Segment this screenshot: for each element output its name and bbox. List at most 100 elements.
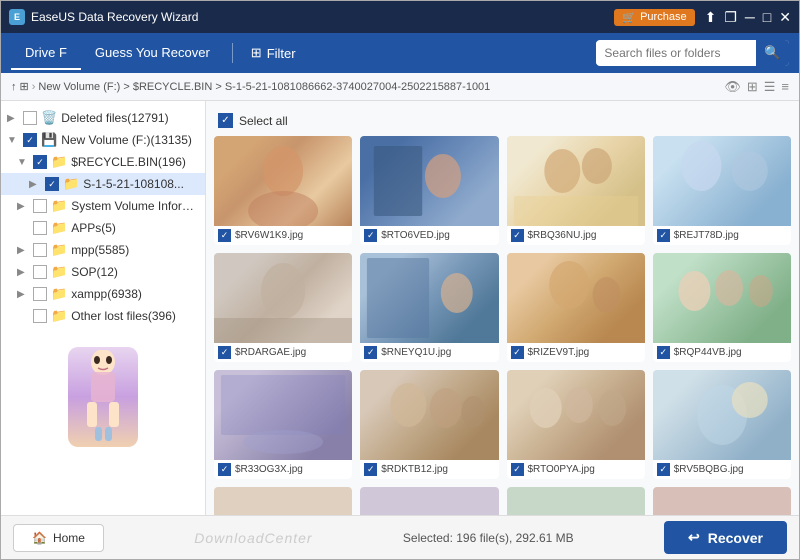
item-checkbox[interactable]: ✓ bbox=[657, 463, 670, 476]
list-item[interactable]: ✓ $RQP44VB.jpg bbox=[653, 253, 791, 362]
title-bar-left: E EaseUS Data Recovery Wizard bbox=[9, 9, 198, 25]
list-item[interactable] bbox=[360, 487, 498, 515]
tree-checkbox-sysvolinfo[interactable] bbox=[33, 199, 47, 213]
sidebar-item-sysvolinfo[interactable]: ▶ 📁 System Volume Informa... bbox=[1, 195, 205, 217]
list-item[interactable] bbox=[653, 487, 791, 515]
recycle-icon: 📁 bbox=[51, 154, 67, 170]
tree-arrow-mpp: ▶ bbox=[17, 245, 29, 256]
item-checkbox[interactable]: ✓ bbox=[218, 346, 231, 359]
item-checkbox[interactable]: ✓ bbox=[218, 229, 231, 242]
tree-label-deleted: Deleted files(12791) bbox=[61, 111, 199, 125]
minimize-button[interactable]: ─ bbox=[745, 9, 755, 26]
thumbnail-7 bbox=[507, 253, 645, 343]
thumbnail-9 bbox=[214, 370, 352, 460]
thumbnail-11 bbox=[507, 370, 645, 460]
restore-icon[interactable]: ❐ bbox=[724, 9, 737, 26]
nav-bar: Drive F Guess You Recover ⊞ Filter 🔍 bbox=[1, 33, 799, 73]
folder-icon: 🗑️ bbox=[41, 110, 57, 126]
sidebar-item-newvolume[interactable]: ▼ ✓ 💾 New Volume (F:)(13135) bbox=[1, 129, 205, 151]
detail-view-icon[interactable]: ≡ bbox=[781, 79, 789, 94]
item-checkbox[interactable]: ✓ bbox=[364, 463, 377, 476]
select-all-bar: ✓ Select all bbox=[214, 109, 791, 136]
sidebar-item-otherlost[interactable]: 📁 Other lost files(396) bbox=[1, 305, 205, 327]
tree-checkbox-deleted[interactable] bbox=[23, 111, 37, 125]
tree-label-apps: APPs(5) bbox=[71, 221, 199, 235]
item-checkbox[interactable]: ✓ bbox=[364, 346, 377, 359]
breadcrumb-path: New Volume (F:) > $RECYCLE.BIN > S-1-5-2… bbox=[38, 81, 490, 93]
sidebar-item-sop[interactable]: ▶ 📁 SOP(12) bbox=[1, 261, 205, 283]
item-checkbox[interactable]: ✓ bbox=[511, 229, 524, 242]
item-checkbox[interactable]: ✓ bbox=[364, 229, 377, 242]
tree-checkbox-xampp[interactable] bbox=[33, 287, 47, 301]
tree-checkbox-apps[interactable] bbox=[33, 221, 47, 235]
nav-up-icon[interactable]: ↑ bbox=[11, 81, 17, 93]
tree-arrow-recycle: ▼ bbox=[17, 157, 29, 168]
breadcrumb: ↑ ⊞ › New Volume (F:) > $RECYCLE.BIN > S… bbox=[11, 80, 490, 93]
tree-checkbox-otherlost[interactable] bbox=[33, 309, 47, 323]
list-item[interactable]: ✓ $RNEYQ1U.jpg bbox=[360, 253, 498, 362]
close-button[interactable]: ✕ bbox=[779, 9, 791, 26]
tree-label-s1: S-1-5-21-108108... bbox=[83, 177, 199, 191]
recover-button[interactable]: ↩ Recover bbox=[664, 521, 787, 554]
list-item[interactable]: ✓ $R33OG3X.jpg bbox=[214, 370, 352, 479]
tree-arrow: ▶ bbox=[7, 113, 19, 124]
nav-divider bbox=[232, 43, 233, 63]
file-label: ✓ $REJT78D.jpg bbox=[653, 226, 791, 245]
preview-icon[interactable]: 👁 bbox=[724, 79, 741, 95]
sidebar-item-deleted[interactable]: ▶ 🗑️ Deleted files(12791) bbox=[1, 107, 205, 129]
sidebar-item-s1[interactable]: ▶ ✓ 📁 S-1-5-21-108108... bbox=[1, 173, 205, 195]
home-button[interactable]: 🏠 Home bbox=[13, 524, 104, 552]
mascot-image bbox=[68, 347, 138, 447]
list-item[interactable]: ✓ $RV5BQBG.jpg bbox=[653, 370, 791, 479]
item-checkbox[interactable]: ✓ bbox=[511, 346, 524, 359]
list-view-icon[interactable]: ☰ bbox=[764, 79, 776, 95]
list-item[interactable]: ✓ $RDARGAE.jpg bbox=[214, 253, 352, 362]
sidebar-item-recycle[interactable]: ▼ ✓ 📁 $RECYCLE.BIN(196) bbox=[1, 151, 205, 173]
list-item[interactable]: ✓ $RIZEV9T.jpg bbox=[507, 253, 645, 362]
folder-sysvolinfo-icon: 📁 bbox=[51, 198, 67, 214]
list-item[interactable]: ✓ $RV6W1K9.jpg bbox=[214, 136, 352, 245]
sidebar-item-xampp[interactable]: ▶ 📁 xampp(6938) bbox=[1, 283, 205, 305]
tree-checkbox-sop[interactable] bbox=[33, 265, 47, 279]
tree-label-recycle: $RECYCLE.BIN(196) bbox=[71, 155, 199, 169]
search-button[interactable]: 🔍 bbox=[756, 40, 789, 66]
file-label: ✓ $R33OG3X.jpg bbox=[214, 460, 352, 479]
partial-row bbox=[214, 487, 791, 515]
list-item[interactable]: ✓ $RDKTB12.jpg bbox=[360, 370, 498, 479]
search-icon: 🔍 bbox=[764, 45, 781, 60]
tree-checkbox-recycle[interactable]: ✓ bbox=[33, 155, 47, 169]
folder-mpp-icon: 📁 bbox=[51, 242, 67, 258]
main-content: ▶ 🗑️ Deleted files(12791) ▼ ✓ 💾 New Volu… bbox=[1, 101, 799, 515]
file-label: ✓ $RIZEV9T.jpg bbox=[507, 343, 645, 362]
sidebar-item-mpp[interactable]: ▶ 📁 mpp(5585) bbox=[1, 239, 205, 261]
file-label: ✓ $RTO6VED.jpg bbox=[360, 226, 498, 245]
select-all-checkbox[interactable]: ✓ bbox=[218, 113, 233, 128]
list-item[interactable]: ✓ $RBQ36NU.jpg bbox=[507, 136, 645, 245]
list-item[interactable]: ✓ $RTO0PYA.jpg bbox=[507, 370, 645, 479]
maximize-button[interactable]: □ bbox=[763, 9, 771, 26]
list-item[interactable] bbox=[507, 487, 645, 515]
list-item[interactable] bbox=[214, 487, 352, 515]
file-label: ✓ $RDARGAE.jpg bbox=[214, 343, 352, 362]
item-checkbox[interactable]: ✓ bbox=[657, 229, 670, 242]
tab-drive-f[interactable]: Drive F bbox=[11, 37, 81, 70]
search-input[interactable] bbox=[596, 42, 756, 64]
drive-icon: 💾 bbox=[41, 132, 57, 148]
item-checkbox[interactable]: ✓ bbox=[657, 346, 670, 359]
filter-button[interactable]: ⊞ Filter bbox=[241, 37, 306, 69]
home-icon: 🏠 bbox=[32, 531, 47, 545]
tree-checkbox-mpp[interactable] bbox=[33, 243, 47, 257]
grid-view-icon[interactable]: ⊞ bbox=[747, 79, 758, 95]
tree-checkbox-newvolume[interactable]: ✓ bbox=[23, 133, 37, 147]
list-item[interactable]: ✓ $RTO6VED.jpg bbox=[360, 136, 498, 245]
upload-icon[interactable]: ⬆ bbox=[705, 9, 717, 26]
tree-checkbox-s1[interactable]: ✓ bbox=[45, 177, 59, 191]
list-item[interactable]: ✓ $REJT78D.jpg bbox=[653, 136, 791, 245]
purchase-button[interactable]: 🛒 Purchase bbox=[614, 9, 694, 26]
item-checkbox[interactable]: ✓ bbox=[511, 463, 524, 476]
sidebar-item-apps[interactable]: 📁 APPs(5) bbox=[1, 217, 205, 239]
tree-arrow-s1: ▶ bbox=[29, 179, 41, 190]
item-checkbox[interactable]: ✓ bbox=[218, 463, 231, 476]
breadcrumb-bar: ↑ ⊞ › New Volume (F:) > $RECYCLE.BIN > S… bbox=[1, 73, 799, 101]
tab-guess-recover[interactable]: Guess You Recover bbox=[81, 37, 224, 70]
